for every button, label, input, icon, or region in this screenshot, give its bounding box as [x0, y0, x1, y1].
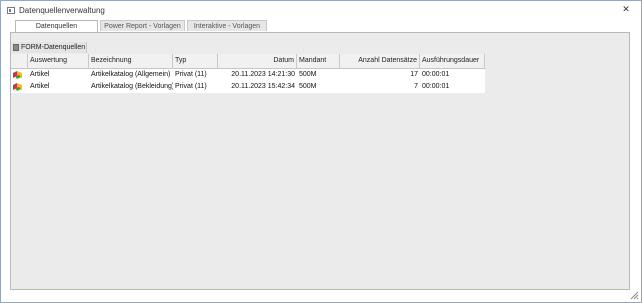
column-header-anzahl-datensaetze[interactable]: Anzahl Datensätze: [340, 54, 420, 68]
cell-dauer: 00:00:01: [422, 71, 450, 78]
cell-anzahl: 17: [410, 71, 418, 78]
grid-header: Auswertung Bezeichnung Typ Datum Mandant…: [11, 54, 485, 69]
cell-auswertung: Artikel: [30, 83, 50, 90]
tab-power-report-vorlagen[interactable]: Power Report - Vorlagen: [100, 20, 185, 31]
cell-mandant: 500M: [299, 71, 317, 78]
window-icon: [7, 7, 15, 14]
cube-icon: [13, 71, 22, 79]
column-header-ausfuehrungsdauer[interactable]: Ausführungsdauer: [420, 54, 485, 68]
folder-icon: [13, 44, 19, 51]
cell-datum: 20.11.2023 14:21:30: [231, 71, 295, 78]
window-title: Datenquellenverwaltung: [19, 6, 105, 15]
cell-typ: Privat (11): [175, 71, 207, 78]
group-label: FORM-Datenquellen: [21, 44, 86, 51]
cube-icon: [13, 83, 22, 91]
cell-auswertung: Artikel: [30, 71, 50, 78]
column-header-indicator[interactable]: [11, 54, 28, 68]
cell-bezeichnung: Artikelkatalog (Bekleidung): [91, 83, 173, 90]
cell-dauer: 00:00:01: [422, 83, 450, 90]
column-header-typ[interactable]: Typ: [173, 54, 218, 68]
tab-strip: Datenquellen Power Report - Vorlagen Int…: [15, 20, 641, 32]
resize-grip-icon[interactable]: [630, 291, 639, 300]
cell-typ: Privat (11): [175, 83, 207, 90]
cell-bezeichnung: Artikelkatalog (Allgemein): [91, 71, 171, 78]
table-row[interactable]: Artikel Artikelkatalog (Allgemein) Priva…: [11, 69, 485, 81]
column-header-datum[interactable]: Datum: [218, 54, 297, 68]
tab-panel-datenquellen: FORM-Datenquellen Auswertung Bezeichnung…: [10, 32, 630, 290]
column-header-auswertung[interactable]: Auswertung: [28, 54, 89, 68]
table-row[interactable]: Artikel Artikelkatalog (Bekleidung) Priv…: [11, 81, 485, 93]
title-bar[interactable]: Datenquellenverwaltung ✕: [1, 1, 641, 19]
close-button[interactable]: ✕: [621, 5, 631, 15]
column-header-mandant[interactable]: Mandant: [297, 54, 340, 68]
cell-anzahl: 7: [414, 83, 418, 90]
tab-interaktive-vorlagen[interactable]: Interaktive - Vorlagen: [187, 20, 267, 31]
cell-datum: 20.11.2023 15:42:34: [231, 83, 295, 90]
column-header-bezeichnung[interactable]: Bezeichnung: [89, 54, 173, 68]
datenquellen-window: Datenquellenverwaltung ✕ Datenquellen Po…: [0, 0, 642, 303]
group-header-form-datenquellen[interactable]: FORM-Datenquellen: [11, 42, 87, 53]
cell-mandant: 500M: [299, 83, 317, 90]
tab-datenquellen[interactable]: Datenquellen: [15, 20, 98, 32]
